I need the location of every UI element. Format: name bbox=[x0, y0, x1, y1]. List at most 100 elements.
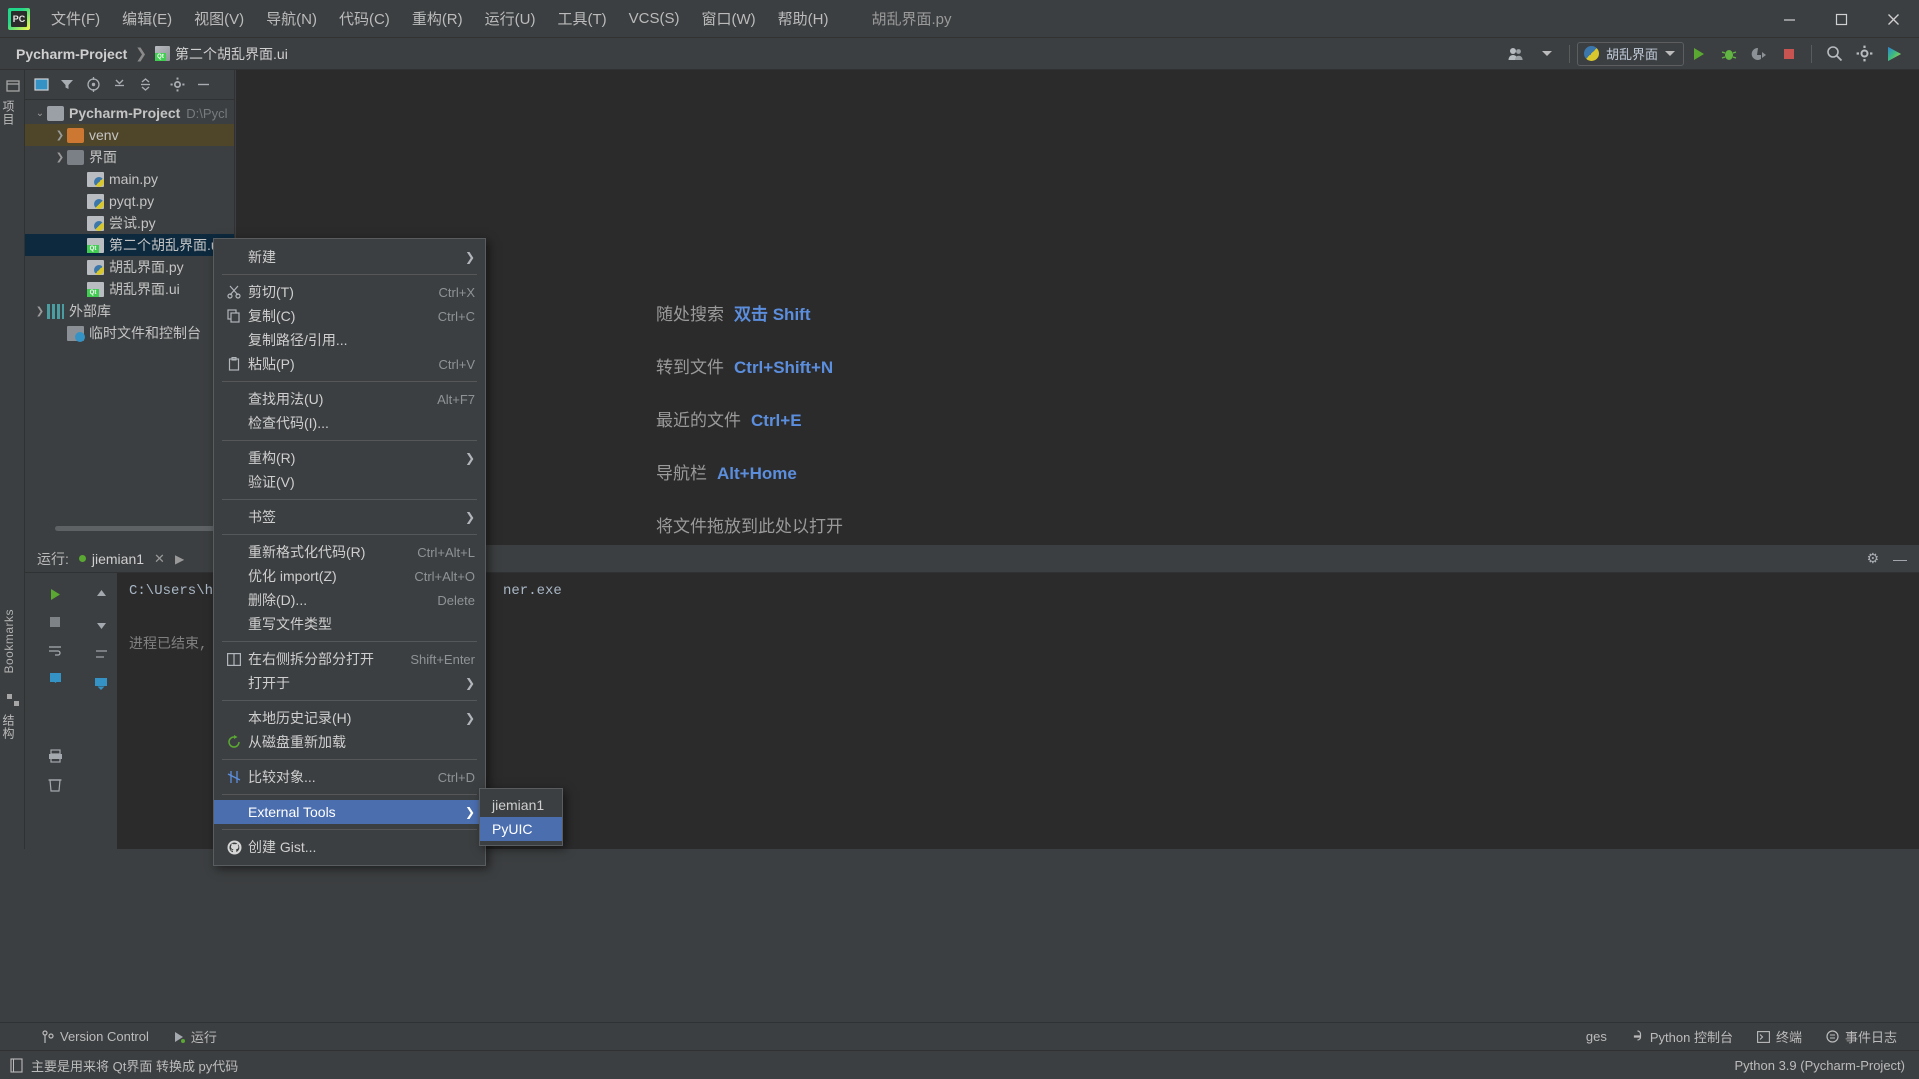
run-configuration-selector[interactable]: 胡乱界面 bbox=[1576, 41, 1684, 66]
context-menu-item-4[interactable]: 粘贴(P) Ctrl+V bbox=[214, 352, 485, 376]
toolwindow-run[interactable]: 运行 bbox=[161, 1023, 229, 1051]
menu-item-6[interactable]: 运行(U) bbox=[474, 4, 547, 33]
scroll-to-end-button[interactable] bbox=[40, 665, 70, 691]
context-menu-item-16[interactable]: 本地历史记录(H) ❯ bbox=[214, 706, 485, 730]
run-tab-next-icon[interactable]: ▶ bbox=[175, 552, 184, 566]
context-menu-item-19[interactable]: External Tools ❯ bbox=[214, 800, 485, 824]
run-tab-jiemian1[interactable]: jiemian1 ✕ bbox=[78, 551, 165, 567]
chevron-icon[interactable]: ⌄ bbox=[33, 108, 47, 119]
tree-item-4[interactable]: pyqt.py bbox=[25, 190, 234, 212]
collapse-all-icon[interactable] bbox=[133, 74, 157, 96]
stop-button[interactable] bbox=[1774, 41, 1804, 67]
context-menu-item-17[interactable]: 从磁盘重新加载 bbox=[214, 730, 485, 754]
up-arrow-button[interactable] bbox=[86, 581, 116, 607]
gear-icon[interactable] bbox=[165, 74, 189, 96]
toolwindow-python-console[interactable]: Python 控制台 bbox=[1619, 1023, 1745, 1051]
rerun-button[interactable] bbox=[40, 581, 70, 607]
gear-icon[interactable] bbox=[1849, 41, 1879, 67]
clear-all-button[interactable] bbox=[40, 771, 70, 797]
breadcrumb-file[interactable]: 第二个胡乱界面.ui bbox=[175, 44, 288, 64]
tree-item-6[interactable]: 第二个胡乱界面.ui bbox=[25, 234, 234, 256]
context-menu-item-3[interactable]: 复制路径/引用... bbox=[214, 328, 485, 352]
tree-item-1[interactable]: ❯ venv bbox=[25, 124, 234, 146]
chevron-icon[interactable]: ❯ bbox=[53, 130, 67, 141]
chevron-icon[interactable]: ❯ bbox=[53, 152, 67, 163]
tree-item-7[interactable]: 胡乱界面.py bbox=[25, 256, 234, 278]
toolwindow-version-control[interactable]: Version Control bbox=[30, 1023, 161, 1051]
context-menu-item-15[interactable]: 打开于 ❯ bbox=[214, 671, 485, 695]
menu-item-10[interactable]: 帮助(H) bbox=[767, 4, 840, 33]
locate-icon[interactable] bbox=[81, 74, 105, 96]
menu-item-9[interactable]: 窗口(W) bbox=[690, 4, 766, 33]
project-horizontal-scrollbar[interactable] bbox=[55, 526, 215, 531]
tree-item-10[interactable]: 临时文件和控制台 bbox=[25, 322, 234, 344]
close-icon[interactable]: ✕ bbox=[154, 551, 165, 567]
context-menu-item-14[interactable]: 在右侧拆分部分打开 Shift+Enter bbox=[214, 647, 485, 671]
context-menu-item-8[interactable]: 验证(V) bbox=[214, 470, 485, 494]
context-menu-item-9[interactable]: 书签 ❯ bbox=[214, 505, 485, 529]
menu-item-2[interactable]: 视图(V) bbox=[183, 4, 255, 33]
menu-item-8[interactable]: VCS(S) bbox=[618, 6, 691, 31]
context-menu-item-13[interactable]: 重写文件类型 bbox=[214, 612, 485, 636]
event-log-button[interactable]: 事件日志 bbox=[1814, 1023, 1909, 1051]
tree-item-3[interactable]: main.py bbox=[25, 168, 234, 190]
menu-item-3[interactable]: 导航(N) bbox=[255, 4, 328, 33]
menu-item-5[interactable]: 重构(R) bbox=[401, 4, 474, 33]
print-button[interactable] bbox=[40, 743, 70, 769]
down-arrow-button[interactable] bbox=[86, 611, 116, 637]
window-icon[interactable] bbox=[29, 74, 53, 96]
menu-item-7[interactable]: 工具(T) bbox=[546, 4, 617, 33]
context-menu-item-6[interactable]: 检查代码(I)... bbox=[214, 411, 485, 435]
hide-icon[interactable] bbox=[191, 74, 215, 96]
context-menu-item-0[interactable]: 新建 ❯ bbox=[214, 245, 485, 269]
sidebar-item-bookmarks[interactable]: Bookmarks bbox=[2, 609, 16, 674]
maximize-button[interactable] bbox=[1815, 0, 1867, 38]
tree-item-0[interactable]: ⌄ Pycharm-Project D:\Pycl bbox=[25, 102, 234, 124]
context-menu-item-7[interactable]: 重构(R) ❯ bbox=[214, 446, 485, 470]
editor-tab-hunluan[interactable]: 胡乱界面.py bbox=[867, 2, 955, 35]
debug-button[interactable] bbox=[1714, 41, 1744, 67]
context-menu-item-18[interactable]: 比较对象... Ctrl+D bbox=[214, 765, 485, 789]
stop-process-button[interactable] bbox=[40, 609, 70, 635]
expand-all-icon[interactable] bbox=[107, 74, 131, 96]
close-button[interactable] bbox=[1867, 0, 1919, 38]
profile-dropdown-caret-icon[interactable] bbox=[1532, 41, 1562, 67]
submenu-item-1[interactable]: PyUIC bbox=[480, 817, 562, 841]
wrap-text-button[interactable] bbox=[40, 637, 70, 663]
context-menu-item-2[interactable]: 复制(C) Ctrl+C bbox=[214, 304, 485, 328]
context-menu-item-12[interactable]: 删除(D)... Delete bbox=[214, 588, 485, 612]
updates-icon[interactable] bbox=[1879, 41, 1909, 67]
search-icon[interactable] bbox=[1819, 41, 1849, 67]
minimize-icon[interactable]: — bbox=[1893, 551, 1907, 567]
tree-item-5[interactable]: 尝试.py bbox=[25, 212, 234, 234]
context-menu-item-10[interactable]: 重新格式化代码(R) Ctrl+Alt+L bbox=[214, 540, 485, 564]
menu-item-4[interactable]: 代码(C) bbox=[328, 4, 401, 33]
context-menu-item-5[interactable]: 查找用法(U) Alt+F7 bbox=[214, 387, 485, 411]
sidebar-item-project[interactable]: 项目 bbox=[0, 96, 17, 130]
tree-item-8[interactable]: 胡乱界面.ui bbox=[25, 278, 234, 300]
project-tool-icon[interactable] bbox=[0, 76, 25, 96]
gear-icon[interactable]: ⚙ bbox=[1866, 550, 1879, 567]
structure-tool-icon[interactable] bbox=[0, 690, 25, 710]
toolwindow-terminal[interactable]: 终端 bbox=[1745, 1023, 1814, 1051]
breadcrumb-project[interactable]: Pycharm-Project bbox=[16, 46, 127, 62]
context-menu-item-11[interactable]: 优化 import(Z) Ctrl+Alt+O bbox=[214, 564, 485, 588]
coverage-button[interactable] bbox=[1744, 41, 1774, 67]
scroll-end-toggle[interactable] bbox=[86, 671, 116, 697]
submenu-item-0[interactable]: jiemian1 bbox=[480, 793, 562, 817]
menu-item-1[interactable]: 编辑(E) bbox=[111, 4, 183, 33]
menu-item-0[interactable]: 文件(F) bbox=[40, 4, 111, 33]
context-menu-item-20[interactable]: 创建 Gist... bbox=[214, 835, 485, 859]
profile-icon[interactable] bbox=[1502, 41, 1532, 67]
run-button[interactable] bbox=[1684, 41, 1714, 67]
chevron-icon[interactable]: ❯ bbox=[33, 306, 47, 317]
toolwindow-packages[interactable]: ges bbox=[1574, 1023, 1619, 1051]
soft-wrap-button[interactable] bbox=[86, 641, 116, 667]
status-interpreter[interactable]: Python 3.9 (Pycharm-Project) bbox=[1734, 1058, 1919, 1073]
minimize-button[interactable] bbox=[1763, 0, 1815, 38]
tree-item-9[interactable]: ❯ 外部库 bbox=[25, 300, 234, 322]
context-menu-item-1[interactable]: 剪切(T) Ctrl+X bbox=[214, 280, 485, 304]
filter-icon[interactable] bbox=[55, 74, 79, 96]
sidebar-item-structure[interactable]: 结构 bbox=[0, 710, 17, 744]
tree-item-2[interactable]: ❯ 界面 bbox=[25, 146, 234, 168]
